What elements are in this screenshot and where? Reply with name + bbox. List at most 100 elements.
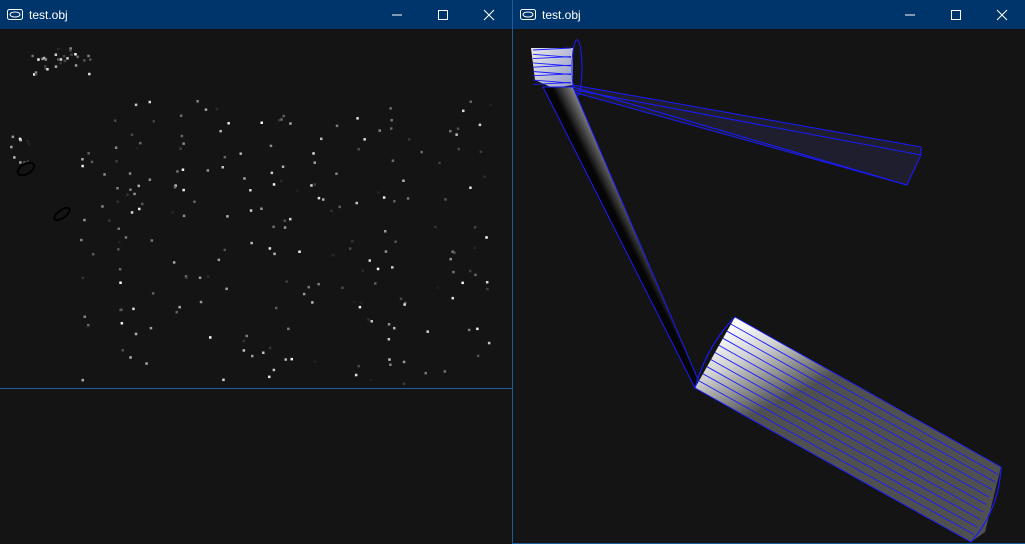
mesh-cylinder: [695, 317, 1001, 542]
point-sprite: [287, 327, 290, 331]
titlebar[interactable]: test.obj: [513, 0, 1025, 29]
point-sprite: [129, 356, 132, 359]
point-sprite: [469, 269, 472, 273]
point-sprite: [13, 156, 16, 159]
wire-line: [714, 352, 987, 505]
point-sprite: [89, 58, 92, 61]
point-sprite: [149, 326, 153, 330]
point-sprite: [272, 368, 276, 372]
point-sprite: [81, 378, 84, 382]
point-sprite: [88, 72, 91, 76]
point-sprite: [270, 171, 274, 175]
maximize-button[interactable]: [933, 0, 979, 29]
render-viewport-mesh[interactable]: [513, 30, 1025, 543]
point-sprite: [172, 261, 176, 264]
point-sprite: [69, 49, 72, 52]
point-sprite: [260, 121, 263, 124]
point-sprite: [182, 188, 185, 192]
mesh-thin-rod: [572, 84, 922, 186]
point-sprite: [452, 270, 455, 274]
render-viewport-points[interactable]: [0, 30, 512, 388]
maximize-button[interactable]: [420, 0, 466, 29]
point-sprite: [10, 145, 13, 149]
point-sprite: [377, 191, 380, 194]
close-button[interactable]: [466, 0, 512, 29]
point-sprite: [138, 207, 141, 211]
window-right: test.obj: [512, 0, 1025, 544]
point-sprite: [313, 360, 317, 363]
point-sprite: [219, 129, 222, 133]
point-sprite: [19, 138, 22, 142]
point-sprite: [290, 357, 293, 361]
close-icon: [483, 9, 495, 21]
point-sprite: [180, 134, 184, 138]
point-sprite: [242, 349, 246, 352]
point-sprite: [176, 170, 179, 173]
point-sprite: [393, 200, 396, 203]
point-sprite: [478, 123, 482, 127]
point-sprite: [359, 301, 362, 305]
point-sprite: [86, 325, 89, 329]
empty-background: [0, 389, 512, 544]
point-sprite: [363, 138, 366, 141]
point-sprite: [285, 280, 288, 283]
point-sprite: [317, 196, 321, 200]
point-sprite: [280, 179, 283, 183]
point-sprite: [420, 150, 423, 154]
titlebar[interactable]: test.obj: [0, 0, 512, 29]
point-sprite: [461, 281, 464, 285]
point-sprite: [302, 292, 306, 296]
point-sprite: [74, 64, 78, 67]
point-sprite: [272, 183, 276, 186]
point-sprite: [388, 358, 391, 361]
point-sprite: [66, 57, 69, 60]
point-sprite: [469, 186, 472, 189]
window-title: test.obj: [29, 8, 68, 22]
point-sprite: [310, 184, 313, 187]
point-sprite: [90, 160, 94, 164]
point-sprite: [114, 119, 117, 122]
point-sprite: [273, 252, 276, 256]
point-sprite: [313, 183, 316, 186]
point-sprite: [108, 219, 111, 222]
point-sprite: [173, 185, 177, 189]
point-sprite: [243, 177, 246, 180]
point-sprite: [175, 310, 178, 314]
point-sprite: [312, 152, 315, 155]
point-sprite: [311, 301, 314, 304]
point-sprite: [335, 124, 339, 128]
point-sprite: [81, 276, 84, 280]
minimize-button[interactable]: [374, 0, 420, 29]
point-sprite: [245, 334, 248, 338]
point-sprite: [289, 217, 292, 221]
point-sprite: [296, 189, 299, 193]
point-sprite: [457, 147, 460, 151]
point-sprite: [134, 103, 138, 107]
point-sprite: [378, 129, 381, 132]
point-sprite: [349, 247, 352, 250]
point-sprite: [489, 104, 492, 107]
point-sprite: [280, 118, 283, 121]
point-sprite: [128, 172, 132, 175]
point-sprite: [42, 56, 46, 60]
point-sprite: [283, 226, 287, 229]
point-sprite: [70, 53, 73, 56]
point-sprite: [242, 339, 245, 343]
minimize-button[interactable]: [887, 0, 933, 29]
point-sprite: [368, 259, 371, 262]
point-sprite: [357, 364, 360, 368]
point-sprite: [462, 109, 465, 113]
point-sprite: [151, 292, 155, 295]
point-sprite: [272, 225, 275, 229]
point-sprite: [354, 373, 358, 377]
point-sprite: [282, 114, 285, 118]
point-sprite: [289, 122, 292, 125]
point-sprite: [103, 173, 106, 176]
point-sprite: [207, 275, 210, 278]
point-sprite: [449, 257, 452, 261]
point-sprite: [134, 332, 138, 336]
point-sprite: [390, 119, 393, 122]
point-sprite: [473, 246, 476, 250]
point-sprite: [387, 338, 391, 341]
close-button[interactable]: [979, 0, 1025, 29]
